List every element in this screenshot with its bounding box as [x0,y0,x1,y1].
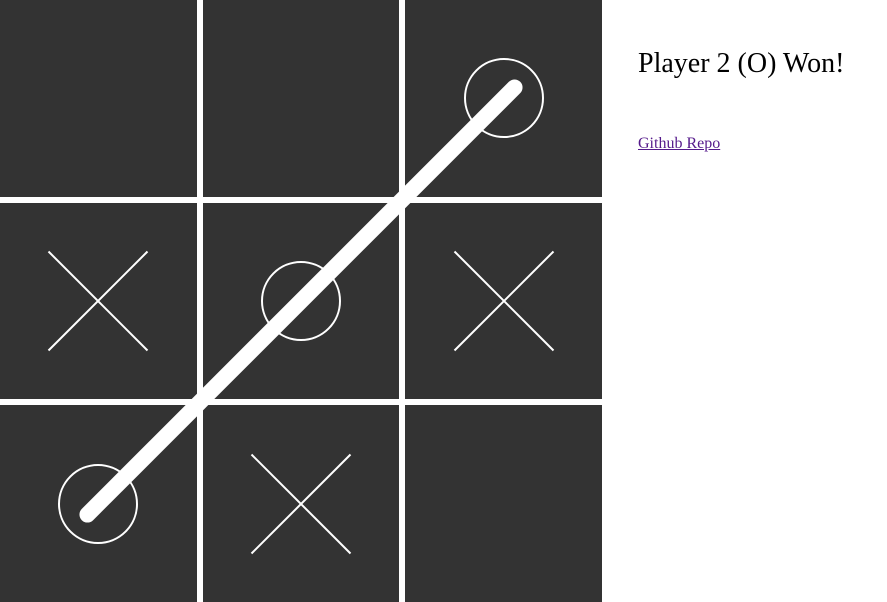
cell-1-2[interactable] [405,203,602,400]
game-status: Player 2 (O) Won! [638,48,844,80]
cell-1-1[interactable] [203,203,400,400]
mark-o-icon [58,464,138,544]
cell-1-0[interactable] [0,203,197,400]
cell-2-1[interactable] [203,405,400,602]
game-board-container [0,0,602,602]
side-panel: Player 2 (O) Won! Github Repo [602,0,844,153]
cell-2-0[interactable] [0,405,197,602]
mark-o-icon [464,58,544,138]
game-board [0,0,602,602]
mark-x-icon [251,454,351,554]
github-repo-link[interactable]: Github Repo [638,135,720,152]
mark-o-icon [261,261,341,341]
cell-2-2[interactable] [405,405,602,602]
cell-0-2[interactable] [405,0,602,197]
cell-0-0[interactable] [0,0,197,197]
mark-x-icon [48,251,148,351]
cell-0-1[interactable] [203,0,400,197]
mark-x-icon [454,251,554,351]
